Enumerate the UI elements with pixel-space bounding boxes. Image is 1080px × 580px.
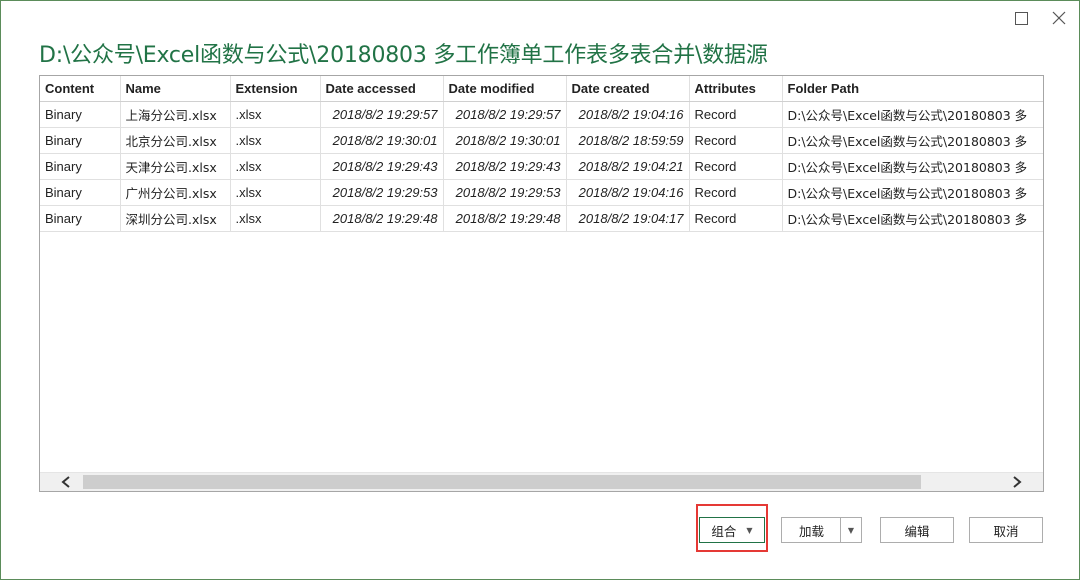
cell-extension[interactable]: .xlsx <box>230 127 321 154</box>
cell-folder-path[interactable]: D:\公众号\Excel函数与公式\20180803 多 <box>782 127 1043 154</box>
cell-content[interactable]: Binary <box>40 179 121 206</box>
load-button[interactable]: 加载 <box>781 517 841 543</box>
column-header-content[interactable]: Content <box>40 76 121 102</box>
cell-date-created[interactable]: 2018/8/2 19:04:16 <box>566 101 690 128</box>
edit-button[interactable]: 编辑 <box>880 517 954 543</box>
cancel-button-label: 取消 <box>993 523 1019 539</box>
cell-date-modified[interactable]: 2018/8/2 19:29:48 <box>443 205 567 232</box>
cancel-button[interactable]: 取消 <box>969 517 1043 543</box>
column-header-folder-path[interactable]: Folder Path <box>782 76 1043 102</box>
scrollbar-thumb[interactable] <box>83 475 921 489</box>
cell-date-modified[interactable]: 2018/8/2 19:29:57 <box>443 101 567 128</box>
cell-attributes[interactable]: Record <box>689 101 783 128</box>
table-row[interactable]: Binary 上海分公司.xlsx .xlsx 2018/8/2 19:29:5… <box>40 101 1043 128</box>
horizontal-scrollbar[interactable] <box>40 472 1043 491</box>
close-button[interactable] <box>1045 7 1073 29</box>
files-table: Content Name Extension Date accessed Dat… <box>40 76 1043 232</box>
scroll-left-button[interactable] <box>48 473 84 491</box>
cell-date-accessed[interactable]: 2018/8/2 19:29:43 <box>320 153 444 180</box>
chevron-left-icon <box>61 476 70 488</box>
chevron-right-icon <box>1013 476 1022 488</box>
header-row: Content Name Extension Date accessed Dat… <box>40 76 1043 102</box>
edit-button-label: 编辑 <box>904 523 930 539</box>
cell-folder-path[interactable]: D:\公众号\Excel函数与公式\20180803 多 <box>782 153 1043 180</box>
cell-name[interactable]: 北京分公司.xlsx <box>120 127 231 154</box>
cell-content[interactable]: Binary <box>40 127 121 154</box>
cell-date-modified[interactable]: 2018/8/2 19:30:01 <box>443 127 567 154</box>
cell-attributes[interactable]: Record <box>689 205 783 232</box>
cell-date-created[interactable]: 2018/8/2 19:04:17 <box>566 205 690 232</box>
combine-button-label: 组合 <box>711 523 737 539</box>
load-button-label: 加载 <box>798 523 824 539</box>
column-header-date-modified[interactable]: Date modified <box>443 76 567 102</box>
close-icon <box>1052 11 1066 25</box>
cell-content[interactable]: Binary <box>40 101 121 128</box>
load-dropdown-button[interactable]: ▼ <box>840 517 862 543</box>
cell-date-accessed[interactable]: 2018/8/2 19:29:57 <box>320 101 444 128</box>
cell-extension[interactable]: .xlsx <box>230 153 321 180</box>
cell-date-modified[interactable]: 2018/8/2 19:29:53 <box>443 179 567 206</box>
column-header-name[interactable]: Name <box>120 76 231 102</box>
cell-content[interactable]: Binary <box>40 153 121 180</box>
cell-extension[interactable]: .xlsx <box>230 205 321 232</box>
cell-date-created[interactable]: 2018/8/2 19:04:21 <box>566 153 690 180</box>
cell-date-accessed[interactable]: 2018/8/2 19:29:48 <box>320 205 444 232</box>
cell-name[interactable]: 天津分公司.xlsx <box>120 153 231 180</box>
cell-folder-path[interactable]: D:\公众号\Excel函数与公式\20180803 多 <box>782 205 1043 232</box>
caret-down-icon: ▼ <box>847 525 855 535</box>
navigator-dialog: D:\公众号\Excel函数与公式\20180803 多工作簿单工作表多表合并\… <box>0 0 1080 580</box>
cell-attributes[interactable]: Record <box>689 127 783 154</box>
table-row[interactable]: Binary 北京分公司.xlsx .xlsx 2018/8/2 19:30:0… <box>40 127 1043 154</box>
maximize-icon <box>1014 11 1028 25</box>
cell-folder-path[interactable]: D:\公众号\Excel函数与公式\20180803 多 <box>782 179 1043 206</box>
cell-attributes[interactable]: Record <box>689 179 783 206</box>
caret-down-icon: ▼ <box>746 525 753 535</box>
table-row[interactable]: Binary 深圳分公司.xlsx .xlsx 2018/8/2 19:29:4… <box>40 205 1043 232</box>
cell-date-modified[interactable]: 2018/8/2 19:29:43 <box>443 153 567 180</box>
cell-name[interactable]: 深圳分公司.xlsx <box>120 205 231 232</box>
column-header-attributes[interactable]: Attributes <box>689 76 783 102</box>
table-row[interactable]: Binary 广州分公司.xlsx .xlsx 2018/8/2 19:29:5… <box>40 179 1043 206</box>
maximize-button[interactable] <box>1007 7 1035 29</box>
cell-name[interactable]: 上海分公司.xlsx <box>120 101 231 128</box>
cell-date-accessed[interactable]: 2018/8/2 19:30:01 <box>320 127 444 154</box>
column-header-date-created[interactable]: Date created <box>566 76 690 102</box>
cell-date-accessed[interactable]: 2018/8/2 19:29:53 <box>320 179 444 206</box>
folder-path-title: D:\公众号\Excel函数与公式\20180803 多工作簿单工作表多表合并\… <box>39 43 768 68</box>
column-header-extension[interactable]: Extension <box>230 76 321 102</box>
table-row[interactable]: Binary 天津分公司.xlsx .xlsx 2018/8/2 19:29:4… <box>40 153 1043 180</box>
cell-content[interactable]: Binary <box>40 205 121 232</box>
cell-folder-path[interactable]: D:\公众号\Excel函数与公式\20180803 多 <box>782 101 1043 128</box>
cell-attributes[interactable]: Record <box>689 153 783 180</box>
scroll-right-button[interactable] <box>999 473 1035 491</box>
cell-name[interactable]: 广州分公司.xlsx <box>120 179 231 206</box>
cell-date-created[interactable]: 2018/8/2 18:59:59 <box>566 127 690 154</box>
cell-extension[interactable]: .xlsx <box>230 179 321 206</box>
combine-button[interactable]: 组合 ▼ <box>699 517 765 543</box>
column-header-date-accessed[interactable]: Date accessed <box>320 76 444 102</box>
data-preview-grid: Content Name Extension Date accessed Dat… <box>39 75 1044 492</box>
cell-extension[interactable]: .xlsx <box>230 101 321 128</box>
cell-date-created[interactable]: 2018/8/2 19:04:16 <box>566 179 690 206</box>
